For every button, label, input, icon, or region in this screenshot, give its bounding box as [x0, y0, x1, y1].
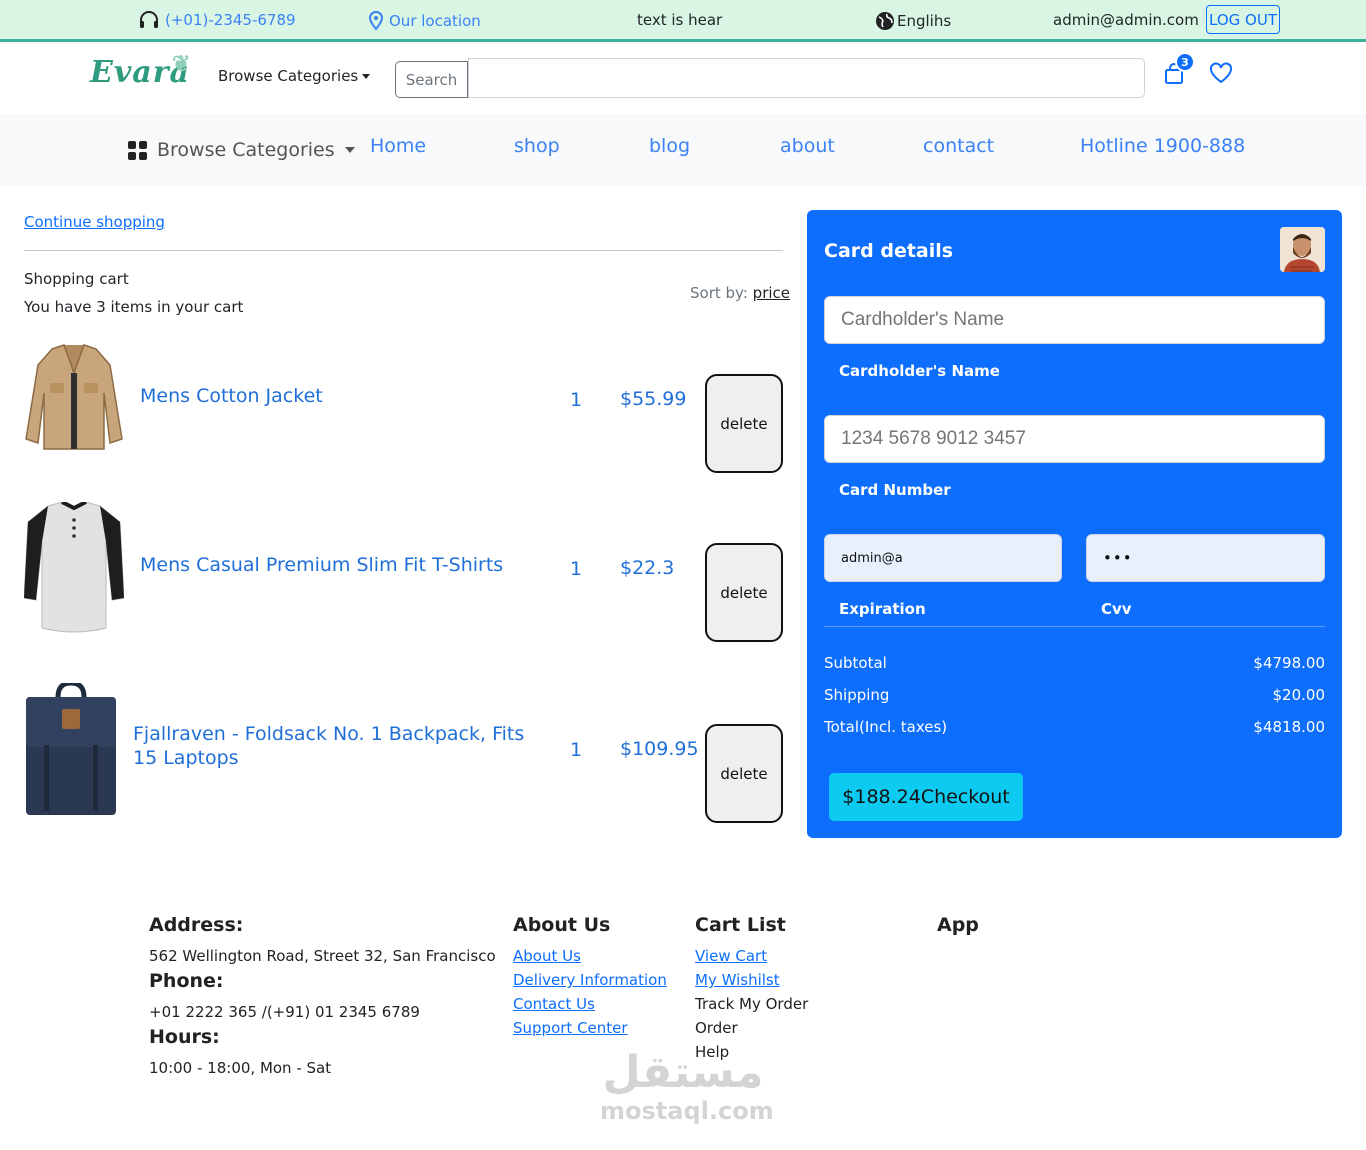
- header-browse-label: Browse Categories: [218, 67, 359, 85]
- divider: [24, 250, 783, 251]
- avatar: [1280, 227, 1325, 272]
- top-bar: (+01)-2345-6789 Our location text is hea…: [0, 0, 1366, 42]
- main-navbar: Browse Categories Home shop blog about c…: [0, 114, 1366, 186]
- card-title: Card details: [824, 240, 954, 262]
- product-price: $22.3: [620, 557, 675, 579]
- total-value: $4818.00: [1253, 718, 1325, 736]
- footer-hours-heading: Hours:: [149, 1026, 220, 1048]
- expiration-label: Expiration: [839, 600, 926, 618]
- delete-button[interactable]: delete: [705, 543, 783, 642]
- caret-down-icon: [344, 147, 355, 153]
- product-image-backpack[interactable]: [24, 680, 118, 821]
- sort-label: Sort by:: [690, 284, 748, 302]
- product-image-tshirt[interactable]: [23, 500, 125, 638]
- product-image-jacket[interactable]: [24, 343, 124, 457]
- nav-browse-label: Browse Categories: [157, 139, 335, 161]
- product-name[interactable]: Mens Casual Premium Slim Fit T-Shirts: [140, 553, 503, 577]
- watermark-latin: mostaql.com: [600, 1097, 774, 1125]
- headphones-icon: [140, 11, 158, 28]
- language-label[interactable]: Englihs: [897, 12, 951, 30]
- product-price: $109.95: [620, 738, 699, 760]
- nav-hotline[interactable]: Hotline 1900-888: [1080, 135, 1245, 157]
- shipping-label: Shipping: [824, 686, 890, 704]
- nav-browse-categories[interactable]: Browse Categories: [128, 139, 355, 161]
- promo-label: text is hear: [637, 11, 723, 29]
- phone-number[interactable]: (+01)-2345-6789: [165, 11, 296, 29]
- header: Evara ❦ Browse Categories Search 3: [0, 45, 1366, 114]
- footer-order: Order: [695, 1019, 738, 1037]
- divider: [824, 626, 1325, 627]
- delete-button[interactable]: delete: [705, 374, 783, 473]
- footer-link-support[interactable]: Support Center: [513, 1019, 628, 1037]
- nav-home[interactable]: Home: [370, 135, 426, 157]
- product-quantity: 1: [570, 739, 583, 761]
- location-pin-icon: [369, 11, 383, 30]
- cart-title: Shopping cart: [24, 270, 129, 288]
- footer-link-view-cart[interactable]: View Cart: [695, 947, 767, 965]
- header-browse-categories[interactable]: Browse Categories: [218, 67, 371, 85]
- location-link[interactable]: Our location: [369, 11, 481, 30]
- watermark-arabic: مستقل: [602, 1047, 764, 1098]
- continue-shopping-link[interactable]: Continue shopping: [24, 213, 165, 231]
- nav-blog[interactable]: blog: [649, 135, 690, 157]
- footer-phone-heading: Phone:: [149, 970, 224, 992]
- shipping-value: $20.00: [1272, 686, 1326, 704]
- footer-link-contact[interactable]: Contact Us: [513, 995, 595, 1013]
- cardholder-name-input[interactable]: [824, 296, 1325, 344]
- globe-icon: [876, 12, 894, 30]
- footer-link-wishlist[interactable]: My Wishilst: [695, 971, 780, 989]
- checkout-button[interactable]: $188.24Checkout: [829, 773, 1023, 821]
- nav-shop[interactable]: shop: [514, 135, 560, 157]
- footer-about-heading: About Us: [513, 914, 611, 936]
- sort-value[interactable]: price: [753, 284, 790, 302]
- cart-subtitle: You have 3 items in your cart: [24, 298, 244, 316]
- footer-cart-heading: Cart List: [695, 914, 786, 936]
- logo[interactable]: Evara ❦: [90, 51, 190, 90]
- cvv-label: Cvv: [1101, 600, 1132, 618]
- wishlist-button[interactable]: [1209, 62, 1233, 88]
- product-name[interactable]: Mens Cotton Jacket: [140, 384, 323, 408]
- nav-about[interactable]: about: [780, 135, 835, 157]
- caret-down-icon: [362, 73, 371, 79]
- phone-contact[interactable]: (+01)-2345-6789: [139, 11, 296, 29]
- subtotal-label: Subtotal: [824, 654, 887, 672]
- footer-phone: +01 2222 365 /(+91) 01 2345 6789: [149, 1003, 420, 1021]
- cart-count-badge: 3: [1175, 52, 1195, 72]
- delete-button[interactable]: delete: [705, 724, 783, 823]
- watermark: مستقل mostaql.com: [600, 1047, 774, 1125]
- expiration-input[interactable]: admin@a: [824, 534, 1062, 582]
- footer-address: 562 Wellington Road, Street 32, San Fran…: [149, 947, 496, 965]
- product-quantity: 1: [570, 558, 583, 580]
- location-label[interactable]: Our location: [389, 12, 481, 30]
- footer-track-order: Track My Order: [695, 995, 809, 1013]
- card-number-input[interactable]: [824, 415, 1325, 463]
- total-label: Total(Incl. taxes): [824, 718, 948, 736]
- subtotal-value: $4798.00: [1253, 654, 1325, 672]
- nav-contact[interactable]: contact: [923, 135, 994, 157]
- cvv-input[interactable]: •••: [1086, 534, 1325, 582]
- card-details-panel: Card details Cardholder's Name Card Numb…: [807, 210, 1342, 838]
- footer-app-heading: App: [937, 914, 979, 936]
- product-name[interactable]: Fjallraven - Foldsack No. 1 Backpack, Fi…: [133, 722, 533, 770]
- search-button[interactable]: Search: [395, 61, 468, 98]
- footer-address-heading: Address:: [149, 914, 244, 936]
- user-email: admin@admin.com: [1053, 11, 1199, 29]
- search-input[interactable]: [468, 58, 1145, 98]
- card-number-label: Card Number: [839, 481, 951, 499]
- email-label: admin@admin.com: [1053, 11, 1199, 29]
- language-selector[interactable]: Englihs: [875, 11, 951, 31]
- footer-link-about-us[interactable]: About Us: [513, 947, 581, 965]
- footer-link-delivery[interactable]: Delivery Information: [513, 971, 667, 989]
- cardholder-name-label: Cardholder's Name: [839, 362, 1000, 380]
- heart-icon: [1210, 62, 1232, 84]
- promo-text: text is hear: [637, 11, 722, 29]
- logout-button[interactable]: LOG OUT: [1206, 5, 1280, 34]
- product-quantity: 1: [570, 389, 583, 411]
- product-price: $55.99: [620, 388, 687, 410]
- footer-hours: 10:00 - 18:00, Mon - Sat: [149, 1059, 332, 1077]
- leaf-icon: ❦: [172, 51, 192, 77]
- grid-icon: [128, 140, 147, 160]
- sort-control[interactable]: Sort by: price: [690, 284, 790, 302]
